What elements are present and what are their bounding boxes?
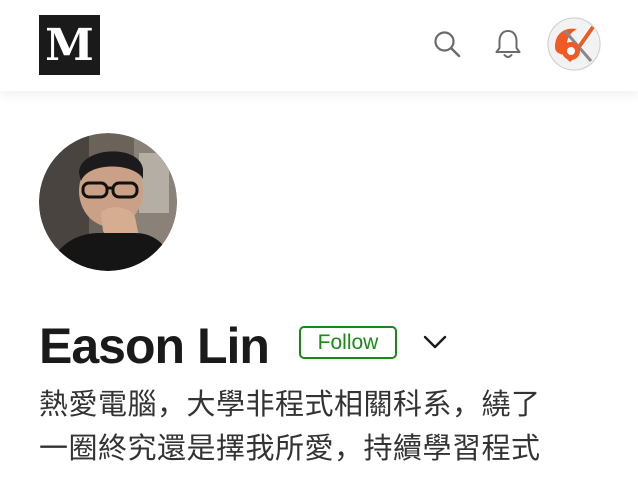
user-avatar[interactable]	[547, 17, 601, 71]
follow-button[interactable]: Follow	[299, 326, 397, 359]
profile-name: Eason Lin	[39, 318, 270, 374]
top-navigation-bar: M	[0, 0, 638, 91]
bell-icon[interactable]	[492, 28, 524, 60]
chevron-down-icon[interactable]	[422, 330, 448, 354]
logo-letter: M	[45, 19, 94, 71]
bio-line: 熱愛電腦，大學非程式相關科系，繞了	[39, 387, 541, 421]
bio-line: 一圈終究還是擇我所愛，持續學習程式	[39, 431, 541, 465]
profile-photo	[39, 133, 177, 271]
search-icon[interactable]	[431, 28, 463, 60]
medium-logo[interactable]: M	[39, 15, 100, 75]
profile-bio: 熱愛電腦，大學非程式相關科系，繞了 一圈終究還是擇我所愛，持續學習程式	[39, 382, 609, 470]
follow-button-label: Follow	[317, 330, 379, 354]
